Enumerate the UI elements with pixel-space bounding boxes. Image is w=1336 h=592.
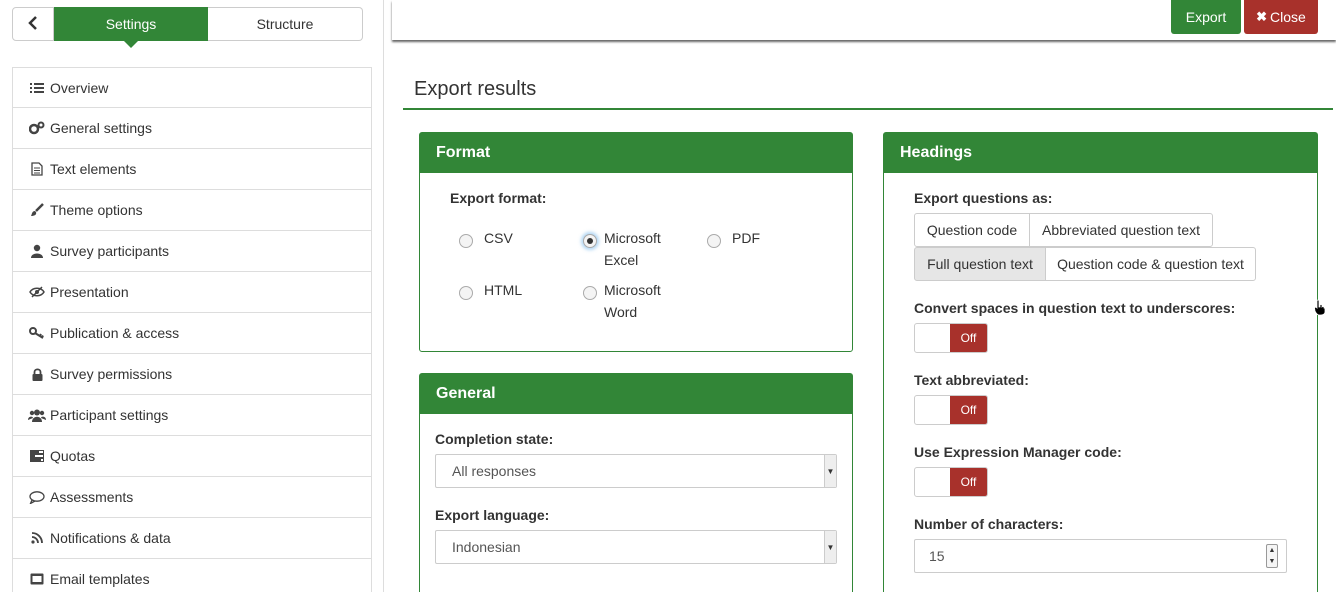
back-button[interactable] xyxy=(12,7,54,41)
key-icon xyxy=(28,327,46,339)
em-code-toggle[interactable]: Off xyxy=(914,467,988,497)
sidebar-item-label: Theme options xyxy=(50,202,143,218)
general-panel-heading: General xyxy=(420,374,852,414)
sidebar-item-label: General settings xyxy=(50,120,152,136)
convert-spaces-toggle[interactable]: Off xyxy=(914,323,988,353)
file-text-icon xyxy=(28,162,46,176)
radio-csv[interactable] xyxy=(459,234,473,248)
rss-icon xyxy=(28,532,46,544)
radio-label-pdf: PDF xyxy=(732,230,760,246)
envelope-icon xyxy=(28,573,46,585)
em-code-label: Use Expression Manager code: xyxy=(914,444,1122,460)
gears-icon xyxy=(28,121,46,135)
radio-label-microsoft-word: Microsoft Word xyxy=(604,282,661,320)
sidebar-item-label: Email templates xyxy=(50,571,150,587)
number-of-characters-label: Number of characters: xyxy=(914,516,1064,532)
format-panel-heading: Format xyxy=(420,133,852,173)
text-abbreviated-toggle[interactable]: Off xyxy=(914,395,988,425)
export-language-select[interactable]: Indonesian ▼ xyxy=(435,530,837,564)
times-icon: ✖ xyxy=(1256,9,1268,24)
tasks-icon xyxy=(28,450,46,462)
radio-label-microsoft-excel: Microsoft Excel xyxy=(604,230,661,268)
completion-state-label: Completion state: xyxy=(435,431,554,447)
sidebar-item-label: Survey participants xyxy=(50,243,170,259)
tab-structure[interactable]: Structure xyxy=(208,7,363,41)
users-icon xyxy=(28,409,46,422)
hand-cursor-icon xyxy=(1314,299,1326,318)
sidebar-item-label: Quotas xyxy=(50,448,96,464)
sidebar-item-general-settings[interactable]: General settings xyxy=(12,108,372,149)
sidebar-item-overview[interactable]: Overview xyxy=(12,67,372,108)
sidebar-item-notifications-data[interactable]: Notifications & data xyxy=(12,518,372,559)
chevron-up-icon: ▲ xyxy=(1268,547,1276,554)
sidebar-item-participant-settings[interactable]: Participant settings xyxy=(12,395,372,436)
option-abbreviated-question-text[interactable]: Abbreviated question text xyxy=(1029,213,1213,247)
export-questions-label: Export questions as: xyxy=(914,190,1053,206)
headings-panel-heading: Headings xyxy=(884,133,1317,173)
export-language-value: Indonesian xyxy=(452,539,521,555)
sidebar-item-survey-participants[interactable]: Survey participants xyxy=(12,231,372,272)
sidebar-item-label: Assessments xyxy=(50,489,134,505)
sidebar-item-assessments[interactable]: Assessments xyxy=(12,477,372,518)
sidebar-item-label: Notifications & data xyxy=(50,530,171,546)
chevron-down-icon: ▼ xyxy=(1268,558,1276,565)
toggle-off-label: Off xyxy=(950,396,987,424)
convert-spaces-label: Convert spaces in question text to under… xyxy=(914,300,1236,316)
sidebar-item-publication-access[interactable]: Publication & access xyxy=(12,313,372,354)
sidebar-item-text-elements[interactable]: Text elements xyxy=(12,149,372,190)
radio-pdf[interactable] xyxy=(707,234,721,248)
toggle-off-label: Off xyxy=(950,324,987,352)
option-question-code[interactable]: Question code xyxy=(914,213,1030,247)
export-language-label: Export language: xyxy=(435,507,550,523)
lock-icon xyxy=(28,367,46,381)
sidebar-item-label: Presentation xyxy=(50,284,129,300)
option-question-code-and-text[interactable]: Question code & question text xyxy=(1045,247,1256,281)
sidebar-item-survey-permissions[interactable]: Survey permissions xyxy=(12,354,372,395)
chevron-down-icon: ▼ xyxy=(824,455,836,487)
sidebar-item-email-templates[interactable]: Email templates xyxy=(12,559,372,592)
sidebar-item-quotas[interactable]: Quotas xyxy=(12,436,372,477)
completion-state-select[interactable]: All responses ▼ xyxy=(435,454,837,488)
sidebar: Settings Structure Overview General sett… xyxy=(0,0,384,592)
title-divider xyxy=(403,108,1333,110)
chevron-down-icon: ▼ xyxy=(824,531,836,563)
radio-label-html: HTML xyxy=(484,282,523,298)
chevron-left-icon xyxy=(28,15,38,33)
eye-slash-icon xyxy=(28,286,46,298)
radio-html[interactable] xyxy=(459,286,473,300)
sidebar-item-label: Text elements xyxy=(50,161,137,177)
sidebar-item-presentation[interactable]: Presentation xyxy=(12,272,372,313)
export-button[interactable]: Export xyxy=(1171,0,1241,34)
close-button[interactable]: ✖ Close xyxy=(1244,0,1318,34)
radio-label-csv: CSV xyxy=(484,230,513,246)
sidebar-item-label: Survey permissions xyxy=(50,366,173,382)
tab-settings[interactable]: Settings xyxy=(54,7,208,48)
sidebar-item-label: Participant settings xyxy=(50,407,169,423)
text-abbreviated-label: Text abbreviated: xyxy=(914,372,1029,388)
close-button-label: Close xyxy=(1270,9,1306,25)
toggle-off-label: Off xyxy=(950,468,987,496)
paintbrush-icon xyxy=(28,203,46,217)
radio-microsoft-word[interactable] xyxy=(583,286,597,300)
headings-panel: Headings Export questions as: Question c… xyxy=(883,132,1318,592)
settings-menu: Overview General settings Text elements … xyxy=(12,67,372,592)
number-of-characters-value: 15 xyxy=(929,548,945,564)
user-icon xyxy=(28,244,46,258)
number-of-characters-input[interactable]: 15 ▲ ▼ xyxy=(914,539,1287,573)
completion-state-value: All responses xyxy=(452,463,537,479)
export-format-label: Export format: xyxy=(450,190,547,206)
number-spinner[interactable]: ▲ ▼ xyxy=(1266,544,1278,568)
comment-icon xyxy=(28,490,46,504)
list-icon xyxy=(28,82,46,94)
page-title: Export results xyxy=(414,78,537,100)
general-panel: General Completion state: All responses … xyxy=(419,373,853,592)
format-panel: Format Export format: CSV Microsoft Exce… xyxy=(419,132,853,352)
option-full-question-text[interactable]: Full question text xyxy=(914,247,1046,281)
sidebar-item-theme-options[interactable]: Theme options xyxy=(12,190,372,231)
sidebar-item-label: Overview xyxy=(50,79,109,96)
radio-microsoft-excel[interactable] xyxy=(583,234,597,248)
sidebar-item-label: Publication & access xyxy=(50,325,180,341)
